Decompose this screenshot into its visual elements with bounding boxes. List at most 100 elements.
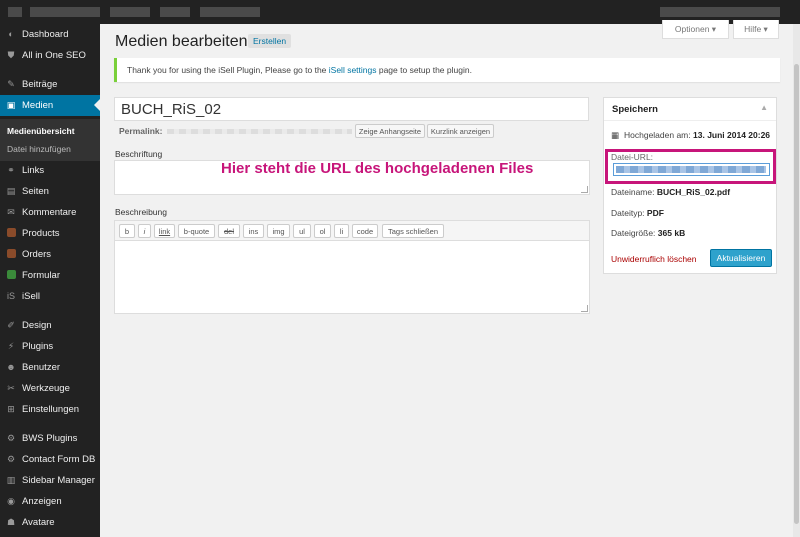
quicktag-del-button[interactable]: del <box>218 224 240 238</box>
show-shortlink-button[interactable]: Kurzlink anzeigen <box>427 124 494 138</box>
link-icon: ⚭ <box>7 165 15 175</box>
sidebar-item-seiten[interactable]: ▤ Seiten <box>0 181 100 202</box>
sidebar-item-all-in-one-seo[interactable]: ⛊ All in One SEO <box>0 45 100 66</box>
pin-icon: ✎ <box>7 79 15 89</box>
sidebar-item-label: Plugins <box>22 341 54 352</box>
quicktag-img-button[interactable]: img <box>267 224 290 238</box>
permalink-url[interactable] <box>167 129 352 134</box>
sidebar-item-links[interactable]: ⚭ Links <box>0 160 100 181</box>
page-title: Medien bearbeiten <box>115 33 248 50</box>
isell-settings-link[interactable]: iSell settings <box>329 65 377 75</box>
filetype-value: PDF <box>646 208 664 218</box>
sidebar-item-label: Orders <box>22 249 52 260</box>
admin-bar-item[interactable] <box>200 7 260 17</box>
quicktag-b-quote-button[interactable]: b-quote <box>178 224 215 238</box>
filename-label: Dateiname: <box>611 187 655 197</box>
sidebar-item-design[interactable]: ✐ Design <box>0 315 100 336</box>
sidebar-item-products[interactable]: Products <box>0 223 100 244</box>
create-button[interactable]: Erstellen <box>248 34 292 48</box>
sidebar-item-label: Einstellungen <box>22 404 80 415</box>
sidebar-item-label: Avatare <box>22 517 55 528</box>
sidebar-item-isell[interactable]: iS iSell <box>0 286 100 307</box>
admin-bar-item[interactable] <box>110 7 150 17</box>
sidebar-item-label: Design <box>22 320 52 331</box>
sidebar-item-formular[interactable]: Formular <box>0 265 100 286</box>
sidebar-item-label: Anzeigen <box>22 496 62 507</box>
user-icon: ☻ <box>6 362 16 372</box>
sidebar-icon: ▥ <box>6 475 16 485</box>
sidebar-item-contact-form-db[interactable]: ⚙ Contact Form DB <box>0 449 100 470</box>
submenu-media-overview[interactable]: Medienübersicht <box>7 126 75 136</box>
sidebar-item-medien[interactable]: ▣ Medien <box>0 95 100 116</box>
media-icon: ▣ <box>6 100 16 110</box>
filesize-label: Dateigröße: <box>611 228 656 238</box>
uploaded-date: 13. Juni 2014 20:26 <box>693 130 771 140</box>
quicktag-ul-button[interactable]: ul <box>293 224 311 238</box>
help-tab[interactable]: Hilfe ▾ <box>733 20 779 39</box>
metabox-title: Speichern <box>612 104 658 115</box>
annotation-text: Hier steht die URL des hochgeladenen Fil… <box>221 160 534 177</box>
screen-options-tab[interactable]: Optionen ▾ <box>662 20 729 39</box>
sidebar-item-orders[interactable]: Orders <box>0 244 100 265</box>
sidebar-item-einstellungen[interactable]: ⊞ Einstellungen <box>0 399 100 420</box>
file-url-field[interactable] <box>613 163 770 176</box>
quicktag-b-button[interactable]: b <box>119 224 135 238</box>
collapse-icon[interactable]: ▲ <box>760 103 768 112</box>
sidebar-item-benutzer[interactable]: ☻ Benutzer <box>0 357 100 378</box>
show-attachment-page-button[interactable]: Zeige Anhangseite <box>355 124 425 138</box>
scrollbar[interactable] <box>793 24 800 537</box>
sidebar-item-kommentare[interactable]: ✉ Kommentare <box>0 202 100 223</box>
site-name[interactable] <box>30 7 100 17</box>
sidebar-item-label: Sidebar Manager <box>22 475 95 486</box>
sidebar-item-anzeigen[interactable]: ◉ Anzeigen <box>0 491 100 512</box>
delete-permanently-link[interactable]: Unwiderruflich löschen <box>611 254 697 264</box>
uploaded-label: Hochgeladen am: <box>624 130 691 140</box>
resize-handle[interactable] <box>581 305 588 312</box>
update-button[interactable]: Aktualisieren <box>710 249 772 267</box>
caption-label: Beschriftung <box>115 149 163 159</box>
sidebar-item-label: All in One SEO <box>22 50 86 61</box>
sidebar-item-sidebar-manager[interactable]: ▥ Sidebar Manager <box>0 470 100 491</box>
ads-icon: ◉ <box>7 496 15 506</box>
quicktag-tags-schließen-button[interactable]: Tags schließen <box>382 224 444 238</box>
sidebar-item-label: Links <box>22 165 45 176</box>
avatar-icon: ☗ <box>6 517 16 527</box>
quicktag-code-button[interactable]: code <box>352 224 378 238</box>
description-textarea[interactable] <box>114 240 590 314</box>
resize-handle[interactable] <box>581 186 588 193</box>
admin-bar-item[interactable] <box>160 7 190 17</box>
quicktag-ol-button[interactable]: ol <box>314 224 331 238</box>
sidebar-item-dashboard[interactable]: ◐ Dashboard <box>0 24 100 45</box>
quicktag-li-button[interactable]: li <box>334 224 349 238</box>
sidebar-item-plugins[interactable]: ⚡ Plugins <box>0 336 100 357</box>
title-input[interactable]: BUCH_RiS_02 <box>114 97 589 121</box>
gear-icon: ⚙ <box>6 454 16 464</box>
sidebar-item-label: Contact Form DB <box>22 454 96 465</box>
sidebar-item-beiträge[interactable]: ✎ Beiträge <box>0 74 100 95</box>
account-menu[interactable] <box>660 7 780 17</box>
shield-icon: ⛊ <box>7 50 15 60</box>
sidebar-item-werkzeuge[interactable]: ✂ Werkzeuge <box>0 378 100 399</box>
isell-icon: iS <box>6 291 15 301</box>
quicktag-i-button[interactable]: i <box>138 224 151 238</box>
sidebar-item-label: Kommentare <box>22 207 77 218</box>
quicktag-link-button[interactable]: link <box>154 224 175 238</box>
sidebar-item-label: Benutzer <box>22 362 61 373</box>
pages-icon: ▤ <box>6 186 16 196</box>
submenu-add-file[interactable]: Datei hinzufügen <box>7 144 71 154</box>
brush-icon: ✐ <box>7 320 15 330</box>
media-submenu: Medienübersicht Datei hinzufügen <box>0 119 100 161</box>
quicktags-toolbar: b i link b-quote del ins img ul ol li code Tags sch… <box>114 220 590 241</box>
sidebar-item-label: iSell <box>22 291 40 302</box>
gear-icon: ⚙ <box>6 433 16 443</box>
sidebar-item-label: Beiträge <box>22 79 58 90</box>
filetype-label: Dateityp: <box>611 208 645 218</box>
sidebar-item-bws-plugins[interactable]: ⚙ BWS Plugins <box>0 428 100 449</box>
metabox-header[interactable]: Speichern ▲ <box>604 98 776 121</box>
wp-logo-icon[interactable] <box>8 7 22 17</box>
filesize-value: 365 kB <box>657 228 686 238</box>
scrollbar-thumb[interactable] <box>794 64 799 524</box>
sidebar-item-avatare[interactable]: ☗ Avatare <box>0 512 100 533</box>
plug-icon: ⚡ <box>7 341 15 351</box>
quicktag-ins-button[interactable]: ins <box>243 224 264 238</box>
